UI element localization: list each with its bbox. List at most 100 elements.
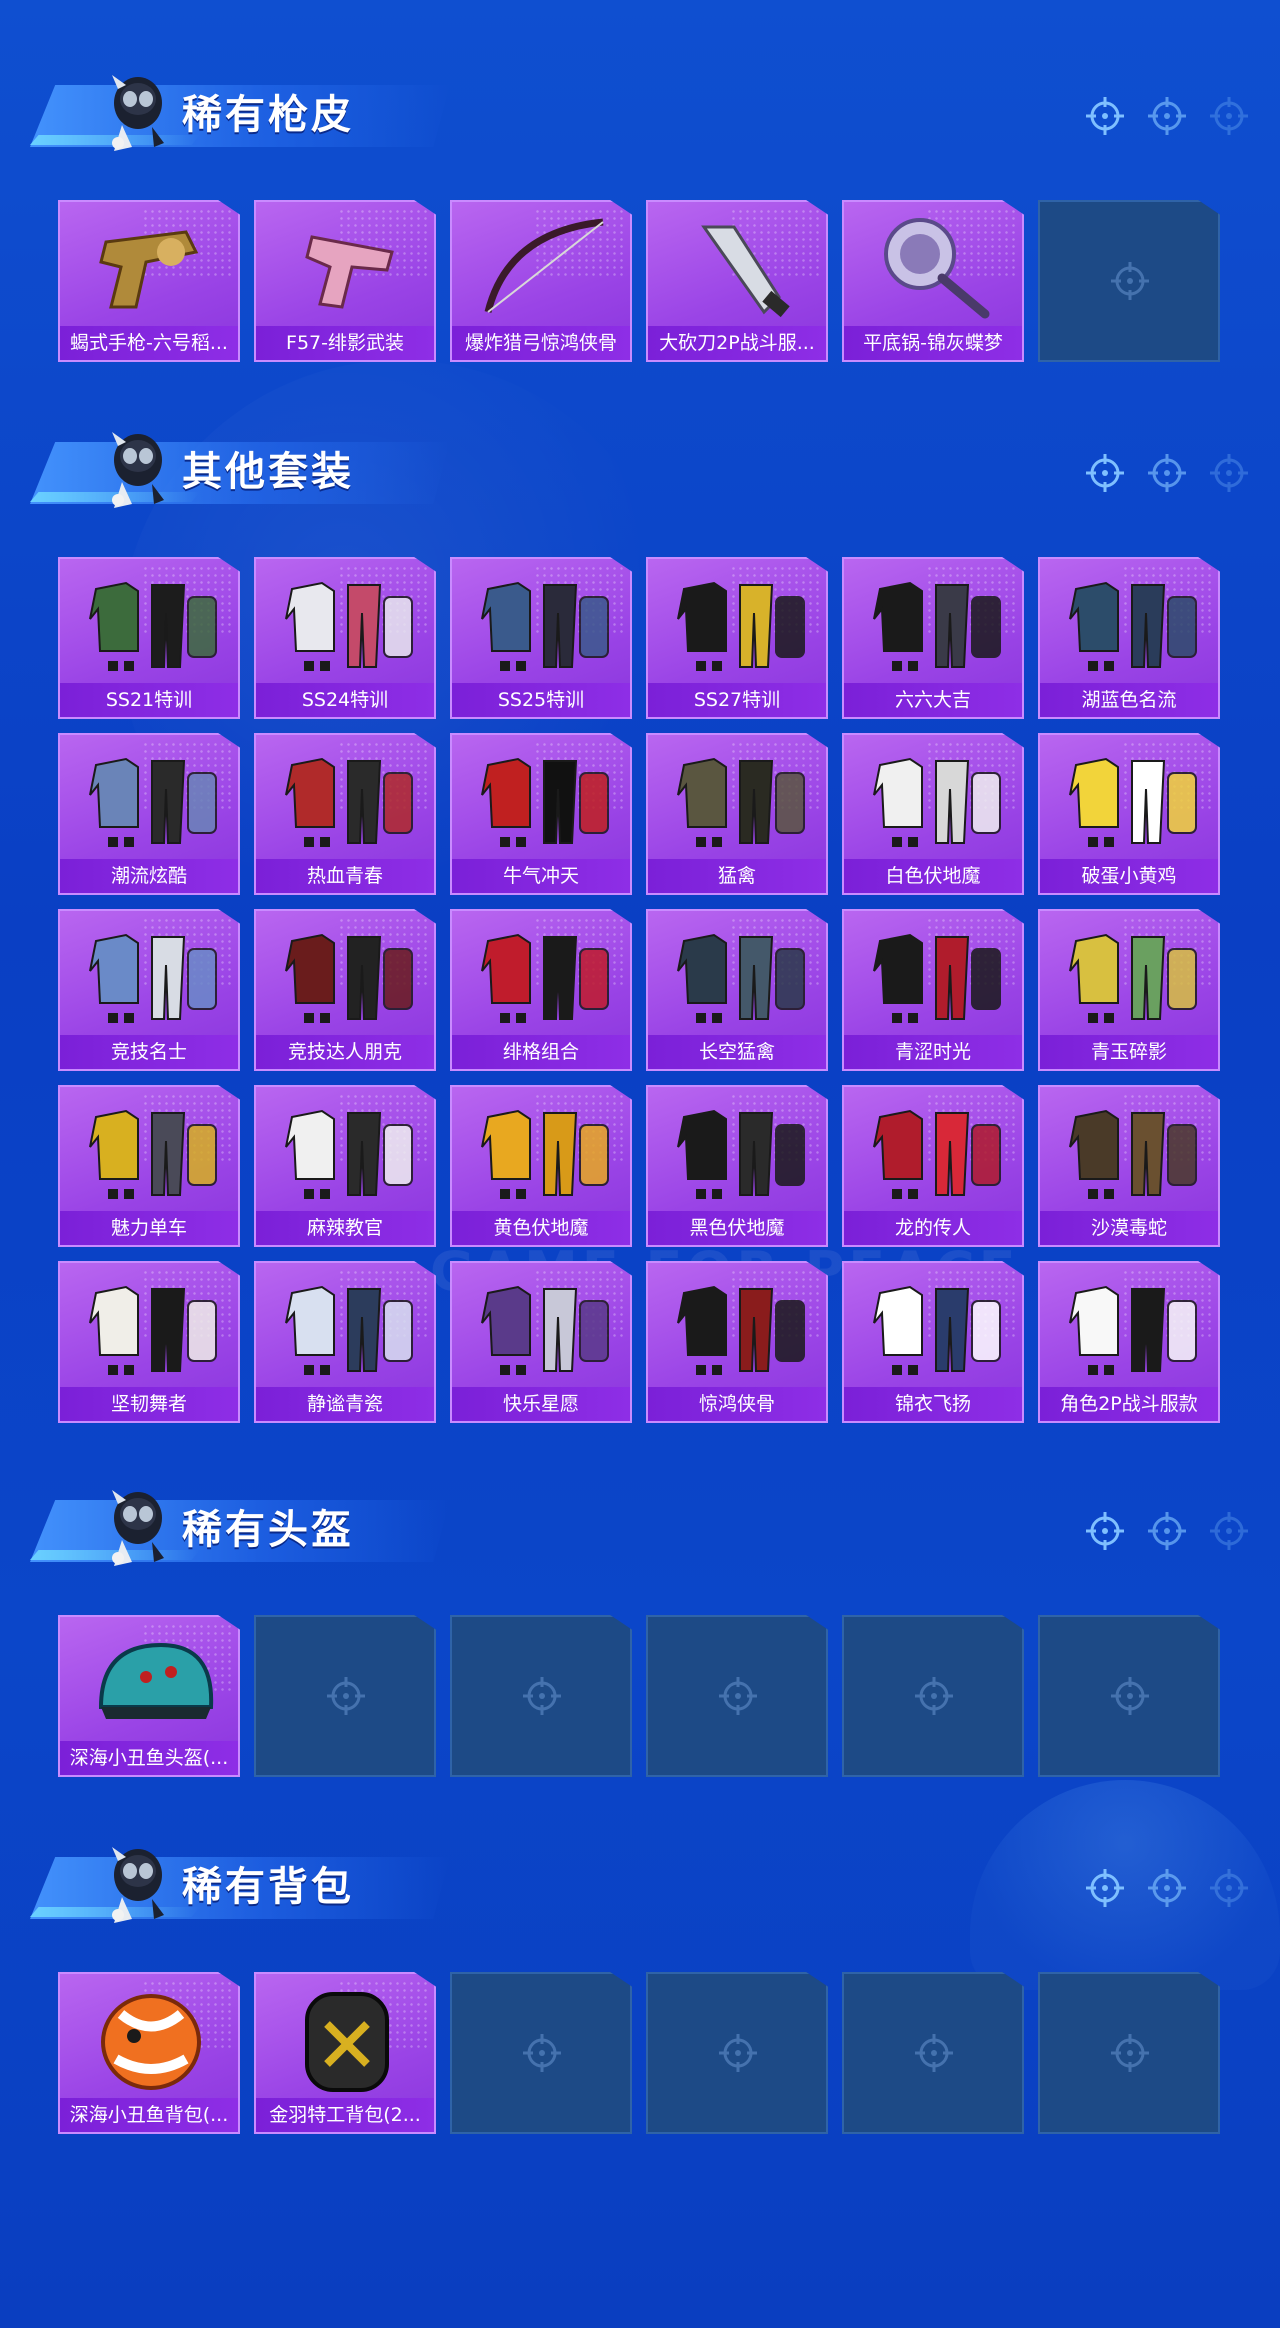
item-grid: 深海小丑鱼头盔(... [58, 1615, 1220, 1777]
section-2: 稀有头盔深海小丑鱼头盔(... [0, 1470, 1280, 1777]
item-card[interactable]: 绯格组合 [450, 909, 632, 1071]
item-card[interactable]: 猛禽 [646, 733, 828, 895]
item-card[interactable]: 竞技达人朋克 [254, 909, 436, 1071]
item-image [860, 745, 1010, 857]
section-1: 其他套装 SS21特训 SS24特训 SS25特训 SS27特训 六六大吉 湖蓝色名流潮流炫… [0, 412, 1280, 1423]
item-label: 静谧青瓷 [256, 1387, 434, 1421]
item-label: 破蛋小黄鸡 [1040, 859, 1218, 893]
item-card[interactable]: 蝎式手枪-六号稻... [58, 200, 240, 362]
item-image [860, 1097, 1010, 1209]
item-label: 青玉碎影 [1040, 1035, 1218, 1069]
item-card[interactable]: SS21特训 [58, 557, 240, 719]
item-image [1056, 569, 1206, 681]
item-label: SS24特训 [256, 683, 434, 717]
empty-slot [1038, 200, 1220, 362]
item-image [468, 212, 618, 324]
item-image [272, 569, 422, 681]
empty-slot [646, 1972, 828, 2134]
item-image [468, 1273, 618, 1385]
item-image [468, 569, 618, 681]
item-label: 麻辣教官 [256, 1211, 434, 1245]
item-card[interactable]: 牛气冲天 [450, 733, 632, 895]
item-image [76, 921, 226, 1033]
section-header: 其他套装 [30, 412, 1250, 512]
item-label: 深海小丑鱼背包(... [60, 2098, 238, 2132]
item-card[interactable]: SS27特训 [646, 557, 828, 719]
section-crosshair-decor [1084, 452, 1250, 494]
crosshair-icon [1084, 1867, 1126, 1909]
crosshair-icon [1146, 95, 1188, 137]
item-card[interactable]: 麻辣教官 [254, 1085, 436, 1247]
item-card[interactable]: 龙的传人 [842, 1085, 1024, 1247]
item-label: 牛气冲天 [452, 859, 630, 893]
item-image [272, 921, 422, 1033]
item-card[interactable]: 快乐星愿 [450, 1261, 632, 1423]
section-title: 稀有头盔 [182, 1507, 354, 1553]
item-card[interactable]: 白色伏地魔 [842, 733, 1024, 895]
item-image [76, 212, 226, 324]
item-image [860, 212, 1010, 324]
item-card[interactable]: 坚韧舞者 [58, 1261, 240, 1423]
item-card[interactable]: 破蛋小黄鸡 [1038, 733, 1220, 895]
crosshair-icon [1208, 1510, 1250, 1552]
item-image [664, 569, 814, 681]
item-label: 坚韧舞者 [60, 1387, 238, 1421]
item-card[interactable]: 竞技名士 [58, 909, 240, 1071]
item-card[interactable]: 角色2P战斗服款 [1038, 1261, 1220, 1423]
mascot-icon [92, 1470, 178, 1570]
item-card[interactable]: SS25特训 [450, 557, 632, 719]
item-card[interactable]: 惊鸿侠骨 [646, 1261, 828, 1423]
item-label: SS21特训 [60, 683, 238, 717]
item-label: SS25特训 [452, 683, 630, 717]
item-image [1056, 921, 1206, 1033]
item-label: 竞技名士 [60, 1035, 238, 1069]
item-card[interactable]: 青涩时光 [842, 909, 1024, 1071]
crosshair-icon [1208, 452, 1250, 494]
empty-crosshair-icon [913, 2032, 957, 2076]
section-title: 稀有背包 [182, 1864, 354, 1910]
item-card[interactable]: 黑色伏地魔 [646, 1085, 828, 1247]
section-title: 其他套装 [182, 449, 354, 495]
item-card[interactable]: 潮流炫酷 [58, 733, 240, 895]
item-label: 绯格组合 [452, 1035, 630, 1069]
section-header: 稀有背包 [30, 1827, 1250, 1927]
empty-slot [450, 1615, 632, 1777]
item-card[interactable]: 六六大吉 [842, 557, 1024, 719]
item-label: 蝎式手枪-六号稻... [60, 326, 238, 360]
item-card[interactable]: 金羽特工背包(2... [254, 1972, 436, 2134]
item-grid: 蝎式手枪-六号稻... F57-绯影武装 爆炸猎弓惊鸿侠骨 大砍刀2P战斗服... 平底… [58, 200, 1220, 362]
empty-crosshair-icon [1109, 260, 1153, 304]
item-card[interactable]: 锦衣飞扬 [842, 1261, 1024, 1423]
item-image [1056, 1097, 1206, 1209]
item-image [272, 1273, 422, 1385]
item-image [272, 745, 422, 857]
item-card[interactable]: F57-绯影武装 [254, 200, 436, 362]
item-card[interactable]: 长空猛禽 [646, 909, 828, 1071]
item-card[interactable]: 平底锅-锦灰蝶梦 [842, 200, 1024, 362]
item-card[interactable]: 深海小丑鱼头盔(... [58, 1615, 240, 1777]
item-card[interactable]: 深海小丑鱼背包(... [58, 1972, 240, 2134]
item-image [76, 745, 226, 857]
item-card[interactable]: 黄色伏地魔 [450, 1085, 632, 1247]
item-card[interactable]: 静谧青瓷 [254, 1261, 436, 1423]
item-label: 沙漠毒蛇 [1040, 1211, 1218, 1245]
item-card[interactable]: 热血青春 [254, 733, 436, 895]
item-image [76, 1984, 226, 2096]
item-card[interactable]: SS24特训 [254, 557, 436, 719]
item-card[interactable]: 沙漠毒蛇 [1038, 1085, 1220, 1247]
item-label: 魅力单车 [60, 1211, 238, 1245]
mascot-icon [92, 55, 178, 155]
section-title: 稀有枪皮 [182, 92, 354, 138]
empty-crosshair-icon [913, 1675, 957, 1719]
crosshair-icon [1208, 1867, 1250, 1909]
item-image [76, 1273, 226, 1385]
empty-slot [450, 1972, 632, 2134]
crosshair-icon [1208, 95, 1250, 137]
item-card[interactable]: 湖蓝色名流 [1038, 557, 1220, 719]
item-image [468, 745, 618, 857]
item-card[interactable]: 魅力单车 [58, 1085, 240, 1247]
item-label: 青涩时光 [844, 1035, 1022, 1069]
item-card[interactable]: 青玉碎影 [1038, 909, 1220, 1071]
item-card[interactable]: 大砍刀2P战斗服... [646, 200, 828, 362]
item-card[interactable]: 爆炸猎弓惊鸿侠骨 [450, 200, 632, 362]
